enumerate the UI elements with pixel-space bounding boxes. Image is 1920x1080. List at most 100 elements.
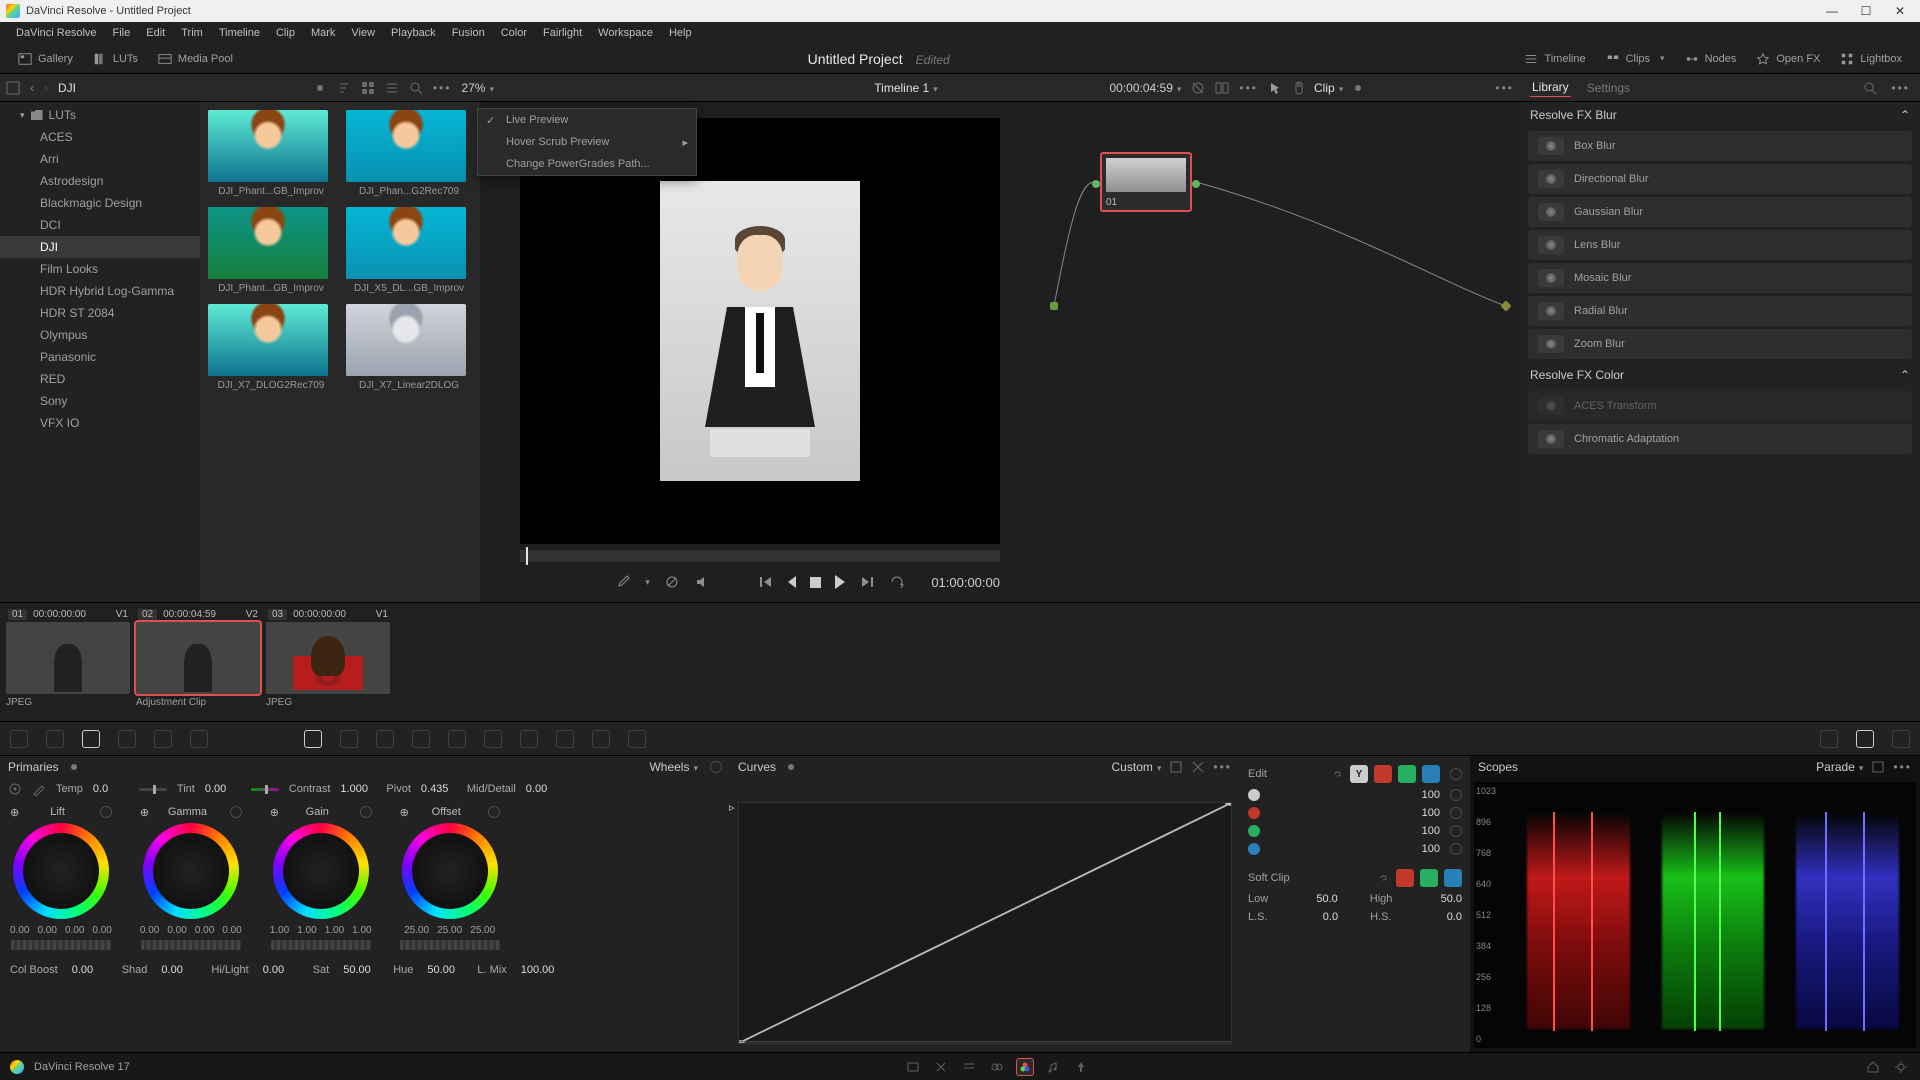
image-wipe-icon[interactable] <box>1191 81 1205 95</box>
panel-menu-icon[interactable] <box>6 81 20 95</box>
ch-val[interactable]: 100 <box>1400 807 1440 819</box>
lut-item[interactable]: ACES <box>0 126 200 148</box>
edit-b-button[interactable] <box>1422 765 1440 783</box>
3d-icon[interactable] <box>628 730 646 748</box>
nodes-toggle[interactable]: Nodes <box>1675 44 1747 74</box>
play-icon[interactable] <box>835 575 845 589</box>
viewer-more-icon[interactable]: ••• <box>1239 81 1258 95</box>
wheel-value[interactable]: 0.00 <box>222 925 241 936</box>
temp-value[interactable]: 0.0 <box>93 783 129 795</box>
ctx-live-preview[interactable]: Live Preview <box>478 109 696 131</box>
lmix-value[interactable]: 100.00 <box>521 964 557 976</box>
graph-output[interactable] <box>1500 300 1511 311</box>
first-frame-icon[interactable] <box>758 574 774 590</box>
master-bar[interactable] <box>11 940 111 950</box>
scope-mode-dropdown[interactable]: Parade <box>1816 760 1863 774</box>
lut-thumb[interactable]: DJI_Phant...GB_Improv <box>208 207 334 294</box>
master-bar[interactable] <box>400 940 500 950</box>
window-icon[interactable] <box>412 730 430 748</box>
menu-help[interactable]: Help <box>661 27 700 39</box>
wheel-value[interactable]: 1.00 <box>325 925 344 936</box>
lut-thumb[interactable]: DJI_Phan...G2Rec709 <box>346 110 472 197</box>
thumb-cell[interactable]: 0300:00:00:00V1 JPEG <box>266 607 390 717</box>
viewer-image[interactable] <box>520 118 1000 544</box>
colboost-value[interactable]: 0.00 <box>72 964 108 976</box>
wheel-picker-icon[interactable]: ⊕ <box>10 806 19 819</box>
library-tab[interactable]: Library <box>1530 78 1571 97</box>
hs-value[interactable]: 0.0 <box>1422 911 1462 923</box>
cut-page-icon[interactable] <box>932 1058 950 1076</box>
rgb-mixer-icon[interactable] <box>154 730 172 748</box>
lut-item[interactable]: HDR Hybrid Log-Gamma <box>0 280 200 302</box>
scope-expand-icon[interactable] <box>1871 760 1885 774</box>
shad-value[interactable]: 0.00 <box>161 964 197 976</box>
reset-icon[interactable] <box>1450 768 1462 780</box>
curve-plot[interactable]: ▹ <box>738 802 1232 1044</box>
menu-fairlight[interactable]: Fairlight <box>535 27 590 39</box>
tracking-icon[interactable] <box>448 730 466 748</box>
keyframes-icon[interactable] <box>1820 730 1838 748</box>
clips-toggle[interactable]: Clips <box>1596 44 1675 74</box>
wheel-value[interactable]: 0.00 <box>10 925 29 936</box>
wheel-value[interactable]: 0.00 <box>65 925 84 936</box>
camera-raw-icon[interactable] <box>10 730 28 748</box>
fx-search-icon[interactable] <box>1863 81 1877 95</box>
middetail-value[interactable]: 0.00 <box>526 783 562 795</box>
last-frame-icon[interactable] <box>859 574 875 590</box>
edit-g-button[interactable] <box>1398 765 1416 783</box>
graph-input[interactable] <box>1050 302 1058 310</box>
thumb-cell[interactable]: 0100:00:00:00V1 JPEG <box>6 607 130 717</box>
color-warper-icon[interactable] <box>340 730 358 748</box>
ctx-change-path[interactable]: Change PowerGrades Path... <box>478 153 696 175</box>
lut-item[interactable]: Arri <box>0 148 200 170</box>
lut-root[interactable]: ▾ LUTs <box>0 104 200 126</box>
wheel-value[interactable]: 0.00 <box>195 925 214 936</box>
picker-a-icon[interactable] <box>8 782 22 796</box>
nav-back-icon[interactable]: ‹ <box>30 81 34 95</box>
fx-item[interactable]: Mosaic Blur <box>1528 263 1912 293</box>
ch-val[interactable]: 100 <box>1400 843 1440 855</box>
wheel-value[interactable]: 25.00 <box>437 925 462 936</box>
lut-item[interactable]: Astrodesign <box>0 170 200 192</box>
lut-thumb[interactable]: DJI_X7_Linear2DLOG <box>346 304 472 391</box>
ch-dot-r[interactable] <box>1248 807 1260 819</box>
split-screen-icon[interactable] <box>1215 81 1229 95</box>
scopes-icon[interactable] <box>1856 730 1874 748</box>
menu-davinci[interactable]: DaVinci Resolve <box>8 27 105 39</box>
color-wheel[interactable] <box>143 823 239 919</box>
menu-fusion[interactable]: Fusion <box>444 27 493 39</box>
home-icon[interactable] <box>1864 1058 1882 1076</box>
deliver-page-icon[interactable] <box>1072 1058 1090 1076</box>
wheel-value[interactable]: 1.00 <box>297 925 316 936</box>
sort-icon[interactable] <box>337 81 351 95</box>
reset-icon[interactable] <box>488 806 500 818</box>
menu-clip[interactable]: Clip <box>268 27 303 39</box>
high-value[interactable]: 50.0 <box>1422 893 1462 905</box>
fx-group-blur[interactable]: Resolve FX Blur⌃ <box>1520 102 1920 128</box>
menu-playback[interactable]: Playback <box>383 27 444 39</box>
luts-toggle[interactable]: LUTs <box>83 44 148 74</box>
nodes-more-icon[interactable]: ••• <box>1495 81 1514 95</box>
ch-val[interactable]: 100 <box>1400 825 1440 837</box>
lut-item[interactable]: Olympus <box>0 324 200 346</box>
openfx-toggle[interactable]: Open FX <box>1746 44 1830 74</box>
master-bar[interactable] <box>141 940 241 950</box>
settings-tab[interactable]: Settings <box>1585 79 1632 97</box>
ls-value[interactable]: 0.0 <box>1298 911 1338 923</box>
sc-b-button[interactable] <box>1444 869 1462 887</box>
lut-item[interactable]: DCI <box>0 214 200 236</box>
curves-mode-dropdown[interactable]: Custom <box>1112 760 1162 774</box>
wheel-picker-icon[interactable]: ⊕ <box>270 806 279 819</box>
hdr-icon[interactable] <box>118 730 136 748</box>
viewer-timecode[interactable]: 00:00:04:59 <box>1109 81 1181 95</box>
lut-item[interactable]: DJI <box>0 236 200 258</box>
info-icon[interactable] <box>1892 730 1910 748</box>
wheel-value[interactable]: 1.00 <box>270 925 289 936</box>
picker-b-icon[interactable] <box>32 782 46 796</box>
sizing-icon[interactable] <box>592 730 610 748</box>
reset-icon[interactable] <box>1450 789 1462 801</box>
reset-icon[interactable] <box>230 806 242 818</box>
fairlight-page-icon[interactable] <box>1044 1058 1062 1076</box>
hilight-value[interactable]: 0.00 <box>263 964 299 976</box>
magic-mask-icon[interactable] <box>484 730 502 748</box>
